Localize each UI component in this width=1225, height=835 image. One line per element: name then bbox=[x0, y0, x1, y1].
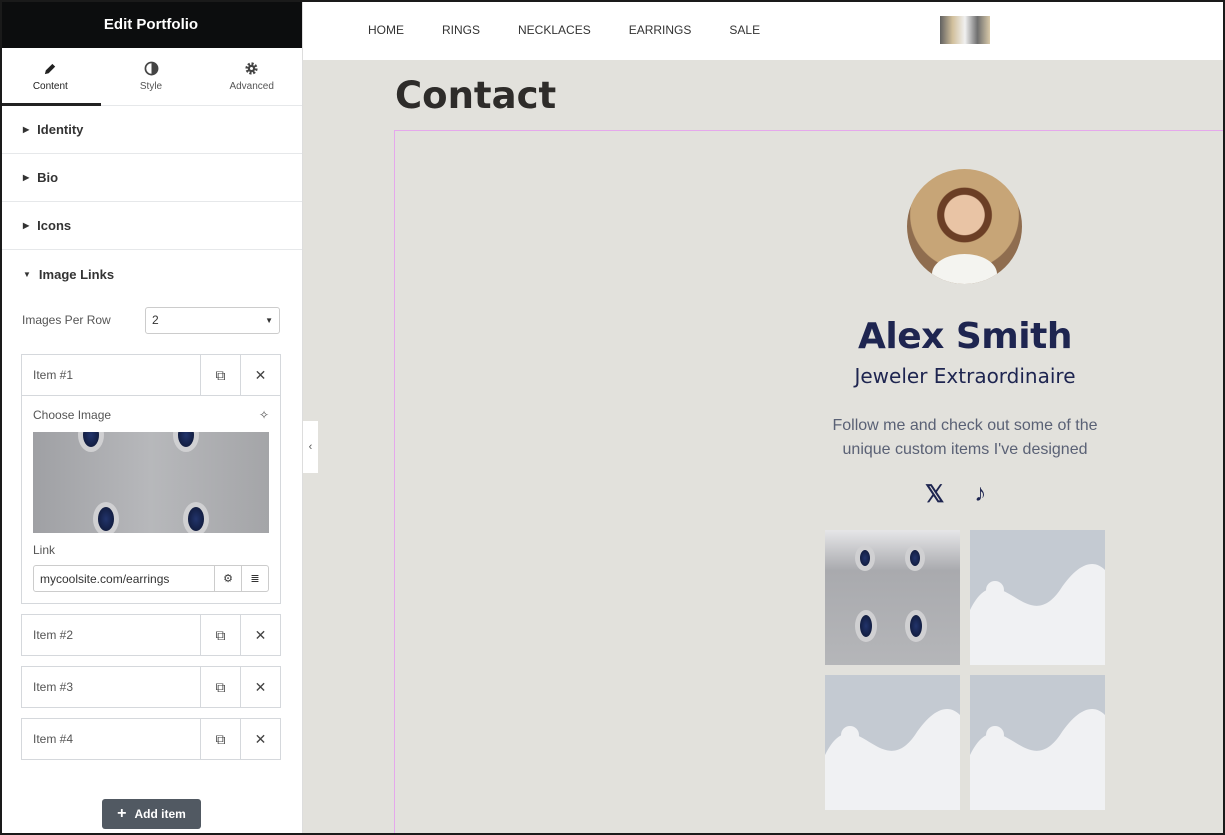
duplicate-button[interactable]: ⧉ bbox=[200, 667, 240, 707]
section-label: Bio bbox=[37, 170, 59, 185]
link-label: Link bbox=[33, 543, 56, 557]
copy-icon: ⧉ bbox=[215, 366, 226, 383]
tab-label: Content bbox=[32, 81, 68, 92]
add-item-button[interactable]: + Add item bbox=[102, 799, 201, 829]
page-title: Contact bbox=[395, 74, 557, 117]
caret-right-icon: ▶ bbox=[23, 173, 30, 182]
item-label: Item #1 bbox=[33, 368, 74, 382]
pencil-icon bbox=[44, 63, 56, 75]
profile-title: Jeweler Extraordinaire bbox=[854, 364, 1076, 388]
image-preview[interactable] bbox=[33, 432, 269, 533]
tab-advanced[interactable]: Advanced bbox=[201, 48, 302, 105]
nav-necklaces[interactable]: NECKLACES bbox=[518, 23, 591, 37]
control-label: Images Per Row bbox=[22, 313, 111, 327]
image-placeholder[interactable] bbox=[970, 675, 1105, 810]
repeater-item-4[interactable]: Item #4 ⧉ ✕ bbox=[21, 718, 281, 760]
choose-image-label: Choose Image bbox=[33, 408, 112, 422]
x-twitter-icon[interactable]: 𝕏 bbox=[925, 480, 944, 509]
nav-sale[interactable]: SALE bbox=[729, 23, 760, 37]
chevron-left-icon: ‹ bbox=[308, 441, 313, 453]
image-links-grid bbox=[825, 530, 1105, 810]
image-placeholder[interactable] bbox=[970, 530, 1105, 665]
repeater-item-1[interactable]: Item #1 ⧉ ✕ bbox=[21, 354, 281, 396]
link-control: ⚙ ≣ bbox=[33, 565, 269, 592]
section-image-links[interactable]: ▼ Image Links bbox=[0, 250, 302, 298]
item-1-settings: Choose Image ✧ Link ⚙ ≣ bbox=[21, 396, 281, 604]
link-input[interactable] bbox=[34, 566, 214, 591]
add-item-label: Add item bbox=[134, 807, 186, 821]
contrast-icon bbox=[144, 61, 158, 76]
tiktok-icon[interactable]: ♪ bbox=[974, 480, 986, 509]
site-logo[interactable] bbox=[940, 16, 990, 44]
duplicate-button[interactable]: ⧉ bbox=[200, 719, 240, 759]
nav-earrings[interactable]: EARRINGS bbox=[629, 23, 692, 37]
tab-style[interactable]: Style bbox=[101, 48, 202, 105]
close-icon: ✕ bbox=[254, 366, 267, 383]
tab-label: Style bbox=[139, 81, 163, 92]
section-icons[interactable]: ▶ Icons bbox=[0, 202, 302, 250]
collapse-panel-button[interactable]: ‹ bbox=[303, 421, 318, 473]
copy-icon: ⧉ bbox=[215, 730, 226, 747]
panel-title: Edit Portfolio bbox=[0, 0, 302, 48]
images-per-row-select[interactable]: 2 ▼ bbox=[145, 306, 280, 334]
profile-bio: Follow me and check out some of the uniq… bbox=[832, 417, 1098, 458]
avatar bbox=[907, 169, 1022, 284]
panel-tabs: Content Style Advanced bbox=[0, 48, 302, 106]
repeater-item-2[interactable]: Item #2 ⧉ ✕ bbox=[21, 614, 281, 656]
caret-right-icon: ▶ bbox=[23, 125, 30, 134]
page-preview: HOME RINGS NECKLACES EARRINGS SALE Conta… bbox=[303, 0, 1225, 835]
caret-down-icon: ▼ bbox=[23, 269, 31, 279]
section-label: Identity bbox=[37, 122, 84, 137]
item-label: Item #2 bbox=[33, 628, 74, 642]
social-icons: 𝕏 ♪ bbox=[925, 480, 986, 509]
caret-right-icon: ▶ bbox=[23, 221, 30, 230]
editor-sidebar: Edit Portfolio Content Style Advanced ▶ I… bbox=[0, 0, 303, 835]
section-bio[interactable]: ▶ Bio bbox=[0, 154, 302, 202]
link-options-button[interactable]: ⚙ bbox=[214, 566, 241, 591]
dynamic-tags-button[interactable]: ≣ bbox=[241, 566, 268, 591]
chevron-down-icon: ▼ bbox=[265, 315, 273, 325]
section-label: Image Links bbox=[38, 266, 115, 282]
copy-icon: ⧉ bbox=[215, 678, 226, 695]
image-placeholder[interactable] bbox=[825, 675, 960, 810]
remove-button[interactable]: ✕ bbox=[240, 667, 280, 707]
select-value: 2 bbox=[152, 313, 159, 327]
profile-name: Alex Smith bbox=[858, 316, 1073, 357]
nav-rings[interactable]: RINGS bbox=[442, 23, 480, 37]
nav-home[interactable]: HOME bbox=[368, 23, 404, 37]
database-icon: ≣ bbox=[250, 573, 260, 585]
image-link-earrings[interactable] bbox=[825, 530, 960, 665]
plus-icon: + bbox=[117, 805, 127, 822]
tab-label: Advanced bbox=[229, 81, 274, 92]
close-icon: ✕ bbox=[254, 678, 267, 695]
duplicate-button[interactable]: ⧉ bbox=[200, 355, 240, 395]
duplicate-button[interactable]: ⧉ bbox=[200, 615, 240, 655]
item-label: Item #4 bbox=[33, 732, 74, 746]
section-label: Icons bbox=[37, 218, 72, 233]
copy-icon: ⧉ bbox=[215, 626, 226, 643]
item-label: Item #3 bbox=[33, 680, 74, 694]
site-nav: HOME RINGS NECKLACES EARRINGS SALE bbox=[303, 0, 1225, 60]
remove-button[interactable]: ✕ bbox=[240, 615, 280, 655]
gear-icon bbox=[245, 62, 258, 75]
section-identity[interactable]: ▶ Identity bbox=[0, 106, 302, 154]
remove-button[interactable]: ✕ bbox=[240, 355, 280, 395]
ai-sparkle-icon[interactable]: ✧ bbox=[259, 408, 269, 422]
tab-content[interactable]: Content bbox=[0, 48, 101, 106]
images-per-row-control: Images Per Row 2 ▼ bbox=[0, 300, 302, 340]
close-icon: ✕ bbox=[254, 626, 267, 643]
close-icon: ✕ bbox=[254, 730, 267, 747]
remove-button[interactable]: ✕ bbox=[240, 719, 280, 759]
repeater-item-3[interactable]: Item #3 ⧉ ✕ bbox=[21, 666, 281, 708]
gear-icon: ⚙ bbox=[223, 573, 233, 585]
